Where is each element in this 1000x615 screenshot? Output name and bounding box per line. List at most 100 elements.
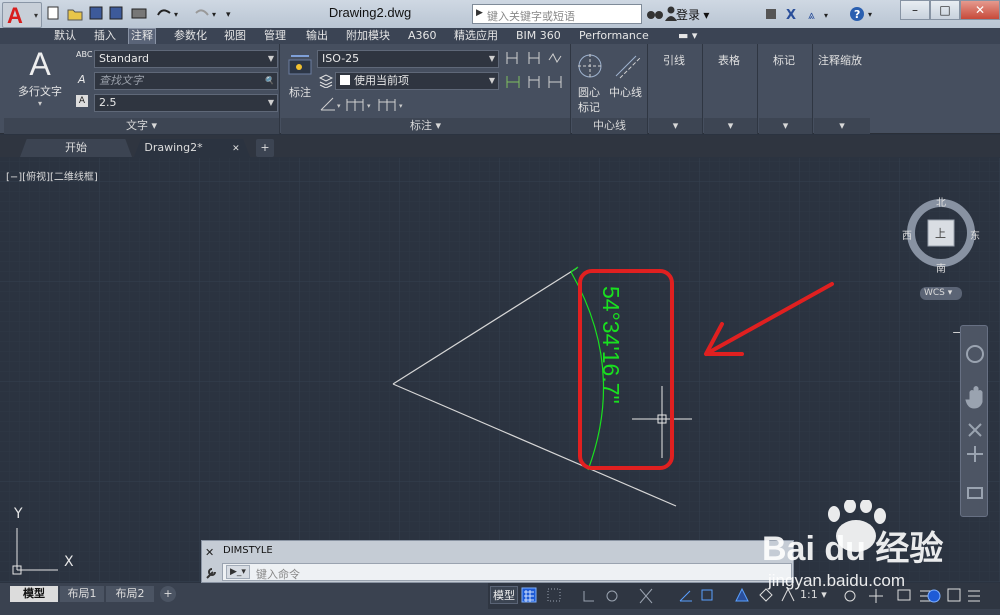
command-input[interactable]: ▶_▾ 键入命令 [222,563,792,581]
dimension-panel: 标注 ISO-25 ▼ 使用当前项 ▼ ▾ ▾ ▾ 标注 ▾ [281,44,571,134]
file-tab-start[interactable]: 开始 [20,139,132,157]
centerline-icon[interactable] [612,52,642,80]
polar-icon [606,590,618,602]
table-expand[interactable]: ▾ [704,118,757,134]
viewcube-south[interactable]: 南 [936,260,946,275]
dimension-label[interactable]: 标注 [289,84,311,100]
help-button[interactable]: ? ▾ [848,5,878,23]
table-label: 表格 [718,54,740,67]
tab-annotate[interactable]: 注释 [128,28,156,44]
layout-tab-layout1[interactable]: 布局1 [60,586,104,602]
text-style-select[interactable]: Standard ▼ [94,50,278,68]
wcs-menu[interactable]: WCS ▾ [920,287,962,300]
new-icon [47,6,59,20]
viewcube[interactable]: 北 南 东 西 上 [902,194,980,275]
svg-text:?: ? [854,8,860,21]
watermark-brand: Bai du 经验 [762,529,943,568]
maximize-button[interactable]: □ [930,0,960,20]
tab-bim360[interactable]: BIM 360 [514,28,563,44]
add-layout-button[interactable]: + [160,586,176,602]
annoscale-panel[interactable]: 注释缩放 ▾ [814,44,870,134]
dim-layer-select[interactable]: 使用当前项 ▼ [335,72,499,90]
annotation-highlight-box [578,269,674,470]
center-mark-icon[interactable] [576,52,604,80]
sign-in-link[interactable]: 登录 ▾ [676,6,709,23]
ucs-icon [12,528,58,575]
angle-dimension-text[interactable]: 54°34'16.7" [597,286,624,404]
find-text-icon[interactable]: 𝘈 [78,73,86,86]
tab-default[interactable]: 默认 [52,28,78,44]
tab-addins[interactable]: 附加模块 [344,28,392,44]
ucs-x-label: X [64,554,74,570]
new-tab-button[interactable]: + [256,139,274,157]
tab-view[interactable]: 视图 [222,28,248,44]
viewcube-west[interactable]: 西 [902,227,912,242]
model-space-button[interactable]: 模型 [490,586,518,604]
autocad-logo: A [7,3,23,28]
find-text-input[interactable]: 查找文字 🔍 [94,72,278,90]
markup-panel[interactable]: 标记 ▾ [759,44,813,134]
svg-text:▾: ▾ [337,102,341,110]
command-line-close-icon[interactable]: ✕ [205,546,214,559]
chevron-down-icon: ▾ [33,11,38,20]
text-panel-title[interactable]: 文字 ▾ [4,118,279,134]
viewcube-north[interactable]: 北 [936,194,946,209]
x-icon: X [786,8,796,22]
minimize-button[interactable]: – [900,0,930,20]
search-input[interactable]: ▶ 键入关键字或短语 [472,4,642,24]
ucs-y-label: Y [14,506,23,522]
binoculars-icon[interactable] [645,5,665,23]
dim-break-icon [506,52,518,64]
wrench-icon[interactable] [205,566,217,580]
mtext-button[interactable]: A 多行文字 ▾ [10,46,70,114]
watermark-url: jingyan.baidu.com [767,571,905,590]
table-panel[interactable]: 表格 ▾ [704,44,758,134]
text-height-select[interactable]: 2.5 ▼ [94,94,278,112]
close-button[interactable]: ✕ [960,0,1000,20]
viewcube-top-face[interactable]: 上 [935,225,946,241]
leader-expand[interactable]: ▾ [649,118,702,134]
tab-performance[interactable]: Performance [577,28,651,44]
centerline-panel: 圆心 标记 中心线 中心线 [572,44,648,134]
dimension-panel-title[interactable]: 标注 ▾ [281,118,570,134]
isodraft-icon [639,588,653,604]
command-prompt-button[interactable]: ▶_▾ [226,565,250,579]
dimension-icon[interactable] [287,52,313,76]
spell-check-icon[interactable]: ABC [76,50,92,59]
centerline-label[interactable]: 中心线 [609,84,642,100]
ribbon-tabs: 默认 插入 注释 参数化 视图 管理 输出 附加模块 A360 精选应用 BIM… [0,28,1000,44]
navigation-bar [960,325,988,517]
centerline-panel-title: 中心线 [572,118,647,134]
tab-output[interactable]: 输出 [304,28,330,44]
application-menu-button[interactable]: A ▾ [2,2,42,28]
leader-panel[interactable]: 引线 ▾ [649,44,703,134]
zoom-icon [968,423,982,437]
continue-dim-icon [346,99,364,111]
markup-expand[interactable]: ▾ [759,118,812,134]
layer-icon [319,74,333,88]
layout-tab-model[interactable]: 模型 [10,586,58,602]
pan-icon [965,386,983,409]
tab-insert[interactable]: 插入 [92,28,118,44]
annotation-arrow [704,282,834,356]
dim-style-select[interactable]: ISO-25 ▼ [317,50,499,68]
text-panel: A 多行文字 ▾ ABC 𝘈 A Standard ▼ 查找文字 🔍 2.5 ▼ 文字… [4,44,280,134]
title-tools: X ⩓ ▾ [766,8,828,22]
autodesk-icon: ⩓ [808,8,815,22]
annoscale-expand[interactable]: ▾ [814,118,870,134]
tab-manage[interactable]: 管理 [262,28,288,44]
close-tab-icon[interactable]: ✕ [232,144,240,154]
tab-a360[interactable]: A360 [406,28,439,44]
tab-featured-apps[interactable]: 精选应用 [452,28,500,44]
file-tab-drawing[interactable]: Drawing2* ✕ [134,139,250,157]
markup-label: 标记 [773,54,795,67]
snap-toggle-icon [547,588,561,602]
layout-tab-layout2[interactable]: 布局2 [106,586,154,602]
dim-reassoc-icon [548,76,562,88]
document-title: Drawing2.dwg [328,5,412,20]
svg-text:▾: ▾ [226,10,231,20]
ortho-icon [583,591,594,602]
tab-parametric[interactable]: 参数化 [172,28,209,44]
viewcube-east[interactable]: 东 [970,227,980,242]
ribbon-options-button[interactable]: ▬ ▾ [676,28,699,44]
